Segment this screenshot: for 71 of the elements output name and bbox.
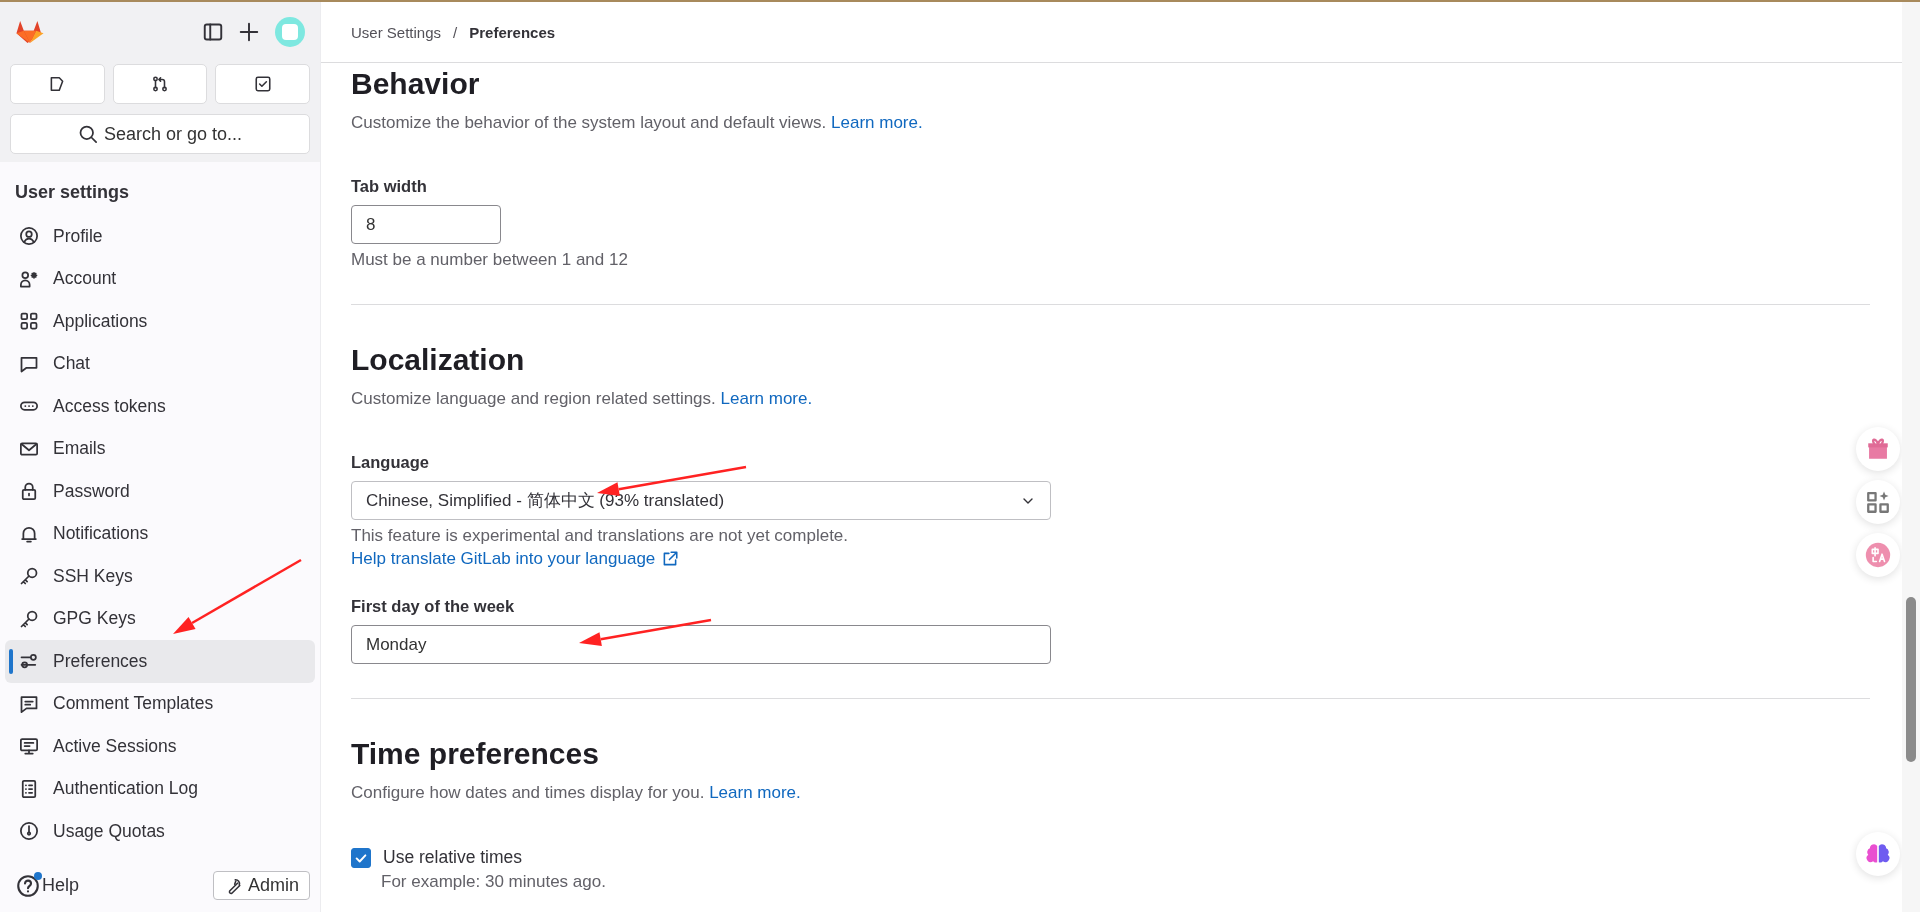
- sidebar-item[interactable]: Chat: [5, 342, 315, 385]
- checkbox[interactable]: [351, 847, 371, 868]
- translate-button[interactable]: [1856, 533, 1900, 577]
- section-description: Configure how dates and times display for you. Learn more.: [351, 783, 802, 803]
- todo-button[interactable]: [215, 64, 310, 104]
- breadcrumb-link[interactable]: User Settings: [351, 23, 442, 41]
- apps-sparkle-button[interactable]: [1856, 480, 1900, 524]
- helper-text: This feature is experimental and translations are not yet complete.: [351, 526, 850, 546]
- sidebar-item[interactable]: Active Sessions: [5, 725, 315, 768]
- breadcrumb-link[interactable]: Preferences: [469, 23, 556, 41]
- sidebar-item[interactable]: Authentication Log: [5, 767, 315, 810]
- sidebar-item[interactable]: Emails: [5, 427, 315, 470]
- sidebar-item[interactable]: Applications: [5, 300, 315, 343]
- field-label: Language: [351, 453, 429, 472]
- learn-more-link[interactable]: Learn more.: [831, 113, 923, 132]
- sidebar-item[interactable]: GPG Keys: [5, 597, 315, 640]
- scrollbar[interactable]: [1902, 2, 1920, 912]
- sidebar-toggle-icon[interactable]: [202, 21, 224, 43]
- section-heading: Behavior: [351, 67, 481, 101]
- language-dropdown[interactable]: Chinese, Simplified - 简体中文 (93% translated): [351, 481, 1051, 520]
- help-link[interactable]: Help: [16, 873, 80, 898]
- section-heading: Localization: [351, 343, 526, 377]
- sidebar-item[interactable]: Comment Templates: [5, 682, 315, 725]
- sidebar-item[interactable]: Access tokens: [5, 385, 315, 428]
- sidebar-item[interactable]: SSH Keys: [5, 555, 315, 598]
- key-icon: [19, 608, 39, 629]
- help-icon: [16, 873, 40, 898]
- issues-button[interactable]: [10, 64, 105, 104]
- help-translate-link[interactable]: Help translate GitLab into your language: [351, 549, 680, 569]
- gift-icon: [1865, 436, 1891, 462]
- merge-request-icon: [151, 75, 169, 93]
- sidebar-item[interactable]: Notifications: [5, 512, 315, 555]
- admin-button[interactable]: Admin: [212, 871, 310, 900]
- number-field[interactable]: 8: [351, 205, 501, 244]
- learn-more-link[interactable]: Learn more.: [709, 783, 801, 802]
- search-button[interactable]: Search or go to...: [10, 114, 310, 154]
- field-label: First day of the week: [351, 597, 515, 616]
- translate-icon: [1865, 542, 1891, 568]
- sidebar-item[interactable]: Preferences: [5, 640, 315, 683]
- sidebar-item[interactable]: Account: [5, 257, 315, 300]
- key-icon: [19, 566, 39, 587]
- section-description: Customize the behavior of the system layout and default views. Learn more.: [351, 113, 924, 133]
- checkbox-label: Use relative times: [383, 847, 523, 868]
- section-heading: Time preferences: [351, 737, 600, 771]
- external-link-icon: [661, 550, 680, 568]
- brain-button[interactable]: [1856, 832, 1900, 876]
- breadcrumb-separator: /: [453, 23, 458, 41]
- sidebar-item[interactable]: Profile: [5, 215, 315, 258]
- comment-icon: [19, 693, 39, 714]
- helper-text: For example: 30 minutes ago.: [381, 872, 607, 892]
- search-icon: [77, 124, 98, 144]
- scrollbar-thumb[interactable]: [1906, 597, 1916, 762]
- learn-more-link[interactable]: Learn more.: [720, 389, 813, 408]
- sidebar-item[interactable]: Password: [5, 470, 315, 513]
- input-field[interactable]: Monday: [351, 625, 1051, 664]
- plus-icon[interactable]: [238, 21, 260, 43]
- helper-text: Must be a number between 1 and 12: [351, 250, 629, 270]
- sidebar-item[interactable]: Usage Quotas: [5, 810, 315, 853]
- gift-button[interactable]: [1856, 427, 1900, 471]
- user-icon: [19, 226, 39, 247]
- lock-icon: [19, 481, 39, 502]
- apps-sparkle-icon: [1865, 489, 1891, 515]
- field-label: Tab width: [351, 177, 427, 196]
- section-description: Customize language and region related settings. Learn more.: [351, 389, 814, 409]
- monitor-icon: [19, 736, 39, 757]
- merge-request-button[interactable]: [112, 64, 208, 104]
- gauge-icon: [19, 821, 39, 842]
- todo-icon: [253, 75, 272, 93]
- grid-icon: [19, 311, 39, 332]
- section-title: User settings: [15, 182, 130, 203]
- list-icon: [19, 778, 39, 799]
